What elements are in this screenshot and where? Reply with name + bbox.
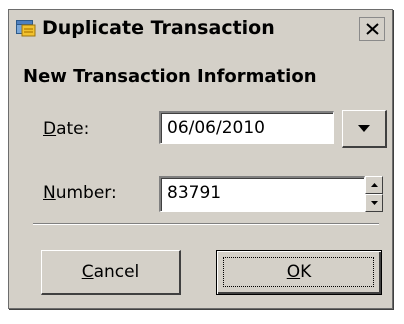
number-field[interactable]: 83791 xyxy=(159,176,365,212)
cancel-button-label: Cancel xyxy=(82,262,140,282)
ok-label-rest: K xyxy=(300,262,312,282)
separator xyxy=(33,223,379,225)
number-label-rest: umber: xyxy=(55,183,117,203)
ok-button-label: OK xyxy=(287,262,312,282)
date-label-rest: ate: xyxy=(56,119,90,139)
duplicate-transaction-dialog: Duplicate Transaction New Transaction In… xyxy=(8,9,393,309)
chevron-down-icon xyxy=(358,125,370,132)
date-label-mnemonic: D xyxy=(43,119,57,139)
spin-up-icon xyxy=(371,183,378,187)
ok-button[interactable]: OK xyxy=(216,250,382,295)
date-field[interactable]: 06/06/2010 xyxy=(159,111,334,144)
ok-mnemonic: O xyxy=(286,262,301,282)
section-heading: New Transaction Information xyxy=(23,66,317,87)
date-value: 06/06/2010 xyxy=(167,118,265,138)
close-button[interactable] xyxy=(359,17,385,41)
number-label: Number: xyxy=(43,183,117,203)
app-wallet-icon xyxy=(16,19,36,37)
number-spin-down-button[interactable] xyxy=(365,194,383,212)
spin-down-icon xyxy=(371,201,378,205)
cancel-button[interactable]: Cancel xyxy=(41,250,181,295)
number-spin-up-button[interactable] xyxy=(365,176,383,194)
window-title: Duplicate Transaction xyxy=(42,17,275,39)
number-value: 83791 xyxy=(167,183,222,203)
date-label: Date: xyxy=(43,119,89,139)
title-bar[interactable]: Duplicate Transaction xyxy=(9,10,392,47)
cancel-mnemonic: C xyxy=(81,262,94,282)
number-label-mnemonic: N xyxy=(43,183,56,203)
date-dropdown-button[interactable] xyxy=(342,110,387,148)
close-icon xyxy=(366,23,379,35)
cancel-label-rest: ancel xyxy=(93,262,140,282)
